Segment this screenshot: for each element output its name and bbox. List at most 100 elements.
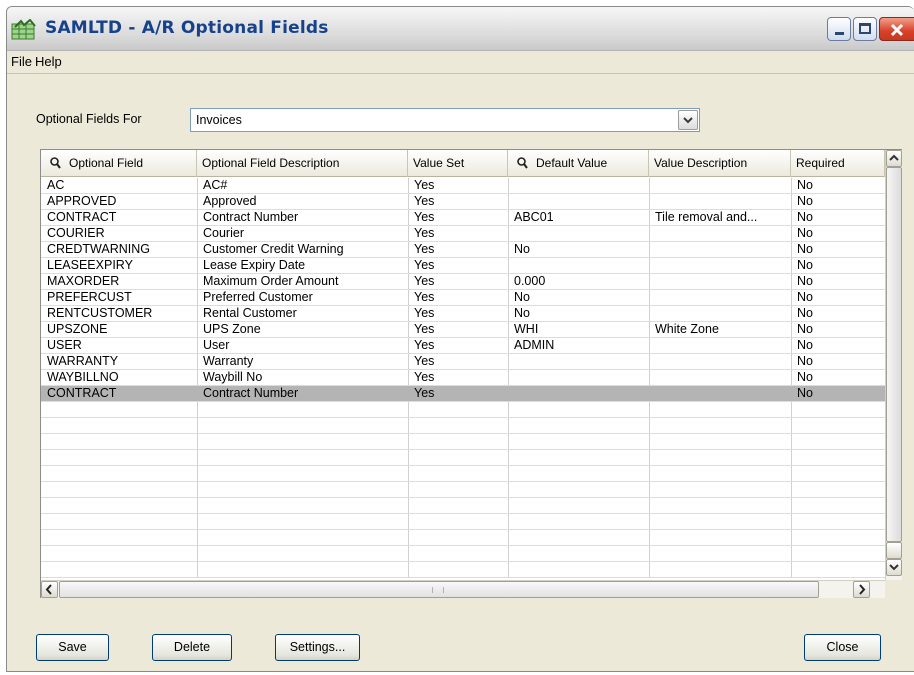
value-description-cell[interactable]: Tile removal and... xyxy=(652,210,790,226)
table-row[interactable]: PREFERCUST Preferred Customer Yes No No xyxy=(41,290,885,306)
table-row[interactable]: COURIER Courier Yes No xyxy=(41,226,885,242)
column-header-default-value[interactable]: Default Value xyxy=(508,150,649,177)
scroll-right-button[interactable] xyxy=(853,581,870,598)
value-description-cell[interactable] xyxy=(652,306,790,322)
required-cell[interactable]: No xyxy=(794,354,884,370)
value-description-cell[interactable] xyxy=(652,194,790,210)
description-cell[interactable]: Lease Expiry Date xyxy=(200,258,407,274)
description-cell[interactable]: Warranty xyxy=(200,354,407,370)
value-set-cell[interactable]: Yes xyxy=(411,370,507,386)
column-header-description[interactable]: Optional Field Description xyxy=(197,150,408,177)
settings-button[interactable]: Settings... xyxy=(275,634,360,661)
default-value-cell[interactable]: No xyxy=(511,290,648,306)
optional-fields-for-select[interactable]: Invoices xyxy=(190,108,700,132)
required-cell[interactable]: No xyxy=(794,290,884,306)
close-button[interactable]: Close xyxy=(804,634,881,661)
column-header-optional-field[interactable]: Optional Field xyxy=(41,150,197,177)
optional-field-cell[interactable]: MAXORDER xyxy=(44,274,196,290)
optional-field-cell[interactable]: CONTRACT xyxy=(44,210,196,226)
default-value-cell[interactable] xyxy=(511,194,648,210)
required-cell[interactable]: No xyxy=(794,194,884,210)
table-row[interactable]: CONTRACT Contract Number Yes No xyxy=(41,386,885,402)
dropdown-button[interactable] xyxy=(678,110,698,130)
optional-field-cell[interactable]: CONTRACT xyxy=(44,386,196,402)
optional-field-cell[interactable]: PREFERCUST xyxy=(44,290,196,306)
table-row[interactable]: USER User Yes ADMIN No xyxy=(41,338,885,354)
default-value-cell[interactable] xyxy=(511,258,648,274)
required-cell[interactable]: No xyxy=(794,242,884,258)
optional-field-cell[interactable]: USER xyxy=(44,338,196,354)
value-set-cell[interactable]: Yes xyxy=(411,226,507,242)
value-set-cell[interactable]: Yes xyxy=(411,386,507,402)
close-window-button[interactable] xyxy=(879,17,914,41)
table-row[interactable]: RENTCUSTOMER Rental Customer Yes No No xyxy=(41,306,885,322)
table-row[interactable]: CONTRACT Contract Number Yes ABC01 Tile remo… xyxy=(41,210,885,226)
value-description-cell[interactable]: White Zone xyxy=(652,322,790,338)
description-cell[interactable]: Approved xyxy=(200,194,407,210)
value-description-cell[interactable] xyxy=(652,258,790,274)
column-header-value-set[interactable]: Value Set xyxy=(408,150,508,177)
menu-help[interactable]: Help xyxy=(35,54,62,69)
description-cell[interactable]: Contract Number xyxy=(200,386,407,402)
value-description-cell[interactable] xyxy=(652,274,790,290)
description-cell[interactable]: AC# xyxy=(200,178,407,194)
scroll-left-button[interactable] xyxy=(41,581,58,598)
required-cell[interactable]: No xyxy=(794,322,884,338)
optional-field-cell[interactable]: CREDTWARNING xyxy=(44,242,196,258)
optional-field-cell[interactable]: UPSZONE xyxy=(44,322,196,338)
horizontal-scroll-thumb[interactable] xyxy=(59,581,819,598)
required-cell[interactable]: No xyxy=(794,178,884,194)
default-value-cell[interactable] xyxy=(511,370,648,386)
value-description-cell[interactable] xyxy=(652,290,790,306)
description-cell[interactable]: Preferred Customer xyxy=(200,290,407,306)
column-header-value-description[interactable]: Value Description xyxy=(649,150,791,177)
scroll-up-button[interactable] xyxy=(886,150,902,167)
description-cell[interactable]: Maximum Order Amount xyxy=(200,274,407,290)
value-description-cell[interactable] xyxy=(652,354,790,370)
value-set-cell[interactable]: Yes xyxy=(411,338,507,354)
value-set-cell[interactable]: Yes xyxy=(411,210,507,226)
minimize-button[interactable] xyxy=(827,17,851,41)
value-description-cell[interactable] xyxy=(652,242,790,258)
value-description-cell[interactable] xyxy=(652,338,790,354)
scroll-down-button[interactable] xyxy=(886,559,902,576)
description-cell[interactable]: Courier xyxy=(200,226,407,242)
value-set-cell[interactable]: Yes xyxy=(411,242,507,258)
optional-fields-table[interactable]: Optional Field Optional Field Descriptio… xyxy=(40,149,902,598)
scroll-mid-button[interactable] xyxy=(886,542,902,559)
value-set-cell[interactable]: Yes xyxy=(411,178,507,194)
value-set-cell[interactable]: Yes xyxy=(411,194,507,210)
value-set-cell[interactable]: Yes xyxy=(411,322,507,338)
required-cell[interactable]: No xyxy=(794,258,884,274)
title-bar[interactable]: SAMLTD - A/R Optional Fields xyxy=(7,7,914,51)
default-value-cell[interactable]: No xyxy=(511,242,648,258)
optional-field-cell[interactable]: RENTCUSTOMER xyxy=(44,306,196,322)
search-icon[interactable] xyxy=(517,157,528,169)
value-set-cell[interactable]: Yes xyxy=(411,290,507,306)
column-header-required[interactable]: Required xyxy=(791,150,885,177)
table-row[interactable]: MAXORDER Maximum Order Amount Yes 0.000 No xyxy=(41,274,885,290)
default-value-cell[interactable]: ABC01 xyxy=(511,210,648,226)
default-value-cell[interactable]: ADMIN xyxy=(511,338,648,354)
optional-field-cell[interactable]: COURIER xyxy=(44,226,196,242)
horizontal-scrollbar[interactable] xyxy=(41,580,885,598)
value-description-cell[interactable] xyxy=(652,386,790,402)
default-value-cell[interactable]: No xyxy=(511,306,648,322)
value-set-cell[interactable]: Yes xyxy=(411,274,507,290)
maximize-button[interactable] xyxy=(853,17,877,41)
save-button[interactable]: Save xyxy=(36,634,109,661)
optional-field-cell[interactable]: AC xyxy=(44,178,196,194)
description-cell[interactable]: User xyxy=(200,338,407,354)
required-cell[interactable]: No xyxy=(794,306,884,322)
optional-field-cell[interactable]: APPROVED xyxy=(44,194,196,210)
required-cell[interactable]: No xyxy=(794,274,884,290)
value-description-cell[interactable] xyxy=(652,178,790,194)
default-value-cell[interactable]: 0.000 xyxy=(511,274,648,290)
default-value-cell[interactable] xyxy=(511,386,648,402)
default-value-cell[interactable] xyxy=(511,354,648,370)
description-cell[interactable]: Rental Customer xyxy=(200,306,407,322)
value-description-cell[interactable] xyxy=(652,370,790,386)
required-cell[interactable]: No xyxy=(794,210,884,226)
value-set-cell[interactable]: Yes xyxy=(411,306,507,322)
table-row[interactable]: WARRANTY Warranty Yes No xyxy=(41,354,885,370)
